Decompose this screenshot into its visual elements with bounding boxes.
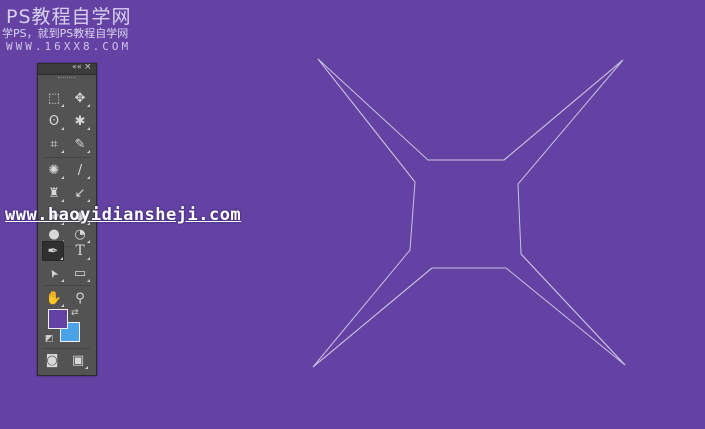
star-path-inner-top-right — [503, 59, 624, 161]
quick-mask-icon: ◙ — [45, 352, 59, 368]
rectangle-tool-button[interactable]: ▭ — [69, 263, 91, 283]
zoom-tool-button[interactable]: ⚲ — [69, 288, 91, 308]
star-path-outline — [312, 58, 626, 368]
clone-stamp-tool-icon: ♜ — [48, 185, 60, 201]
rectangle-tool-icon: ▭ — [73, 265, 87, 281]
lasso-tool-icon: ʘ — [48, 113, 60, 129]
quick-mask-button[interactable]: ◙ — [41, 350, 63, 370]
screen-mode-button[interactable]: ▣ — [67, 350, 89, 370]
type-tool-button[interactable]: T — [69, 241, 91, 261]
brush-tool-button[interactable]: / — [69, 160, 91, 180]
type-tool-icon: T — [75, 243, 85, 259]
blur-tool-icon: ● — [48, 226, 60, 242]
marquee-tool-icon: ⬚ — [47, 90, 61, 106]
healing-brush-tool-icon: ✺ — [48, 162, 60, 178]
tool-separator — [44, 285, 90, 286]
brush-tool-icon: / — [77, 162, 83, 178]
magic-wand-tool-button[interactable]: ✱ — [69, 111, 91, 131]
history-brush-tool-button[interactable]: ↙ — [69, 183, 91, 203]
screen-mode-icon: ▣ — [71, 352, 85, 368]
lasso-tool-button[interactable]: ʘ — [43, 111, 65, 131]
close-icon[interactable]: × — [84, 62, 92, 72]
zoom-tool-icon: ⚲ — [75, 290, 85, 306]
magic-wand-tool-icon: ✱ — [74, 113, 86, 129]
tool-separator — [44, 348, 90, 349]
collapse-icon[interactable]: «« — [72, 62, 82, 71]
swap-colors-icon[interactable]: ⇄ — [71, 308, 79, 318]
path-selection-tool-button[interactable]: ➤ — [43, 263, 65, 283]
marquee-tool-button[interactable]: ⬚ — [43, 88, 65, 108]
hand-tool-icon: ✋ — [45, 290, 63, 306]
foreground-color-swatch[interactable] — [48, 309, 68, 329]
default-colors-icon[interactable]: ◩ — [45, 334, 54, 344]
eyedropper-tool-icon: ✎ — [74, 136, 86, 152]
history-brush-tool-icon: ↙ — [74, 185, 86, 201]
tool-separator — [44, 157, 90, 158]
hand-tool-button[interactable]: ✋ — [43, 288, 65, 308]
tools-panel-header[interactable]: «« × — [38, 62, 96, 75]
clone-stamp-tool-button[interactable]: ♜ — [43, 183, 65, 203]
move-tool-button[interactable]: ✥ — [69, 88, 91, 108]
crop-tool-button[interactable]: ⌗ — [43, 134, 65, 154]
pen-tool-button[interactable]: ✒ — [42, 241, 64, 261]
pen-tool-icon: ✒ — [47, 243, 59, 259]
star-path-inner-bottom-right — [520, 253, 626, 366]
path-selection-tool-icon: ➤ — [46, 265, 62, 281]
dodge-tool-icon: ◔ — [74, 226, 86, 242]
move-tool-icon: ✥ — [74, 90, 86, 106]
watermark-url: www.haoyidiansheji.com — [5, 205, 242, 225]
panel-grip[interactable] — [58, 77, 76, 80]
star-path-inner-top-left — [317, 58, 416, 183]
star-path-inner-bottom-left — [312, 267, 433, 368]
eyedropper-tool-button[interactable]: ✎ — [69, 134, 91, 154]
crop-tool-icon: ⌗ — [50, 136, 58, 152]
healing-brush-tool-button[interactable]: ✺ — [43, 160, 65, 180]
